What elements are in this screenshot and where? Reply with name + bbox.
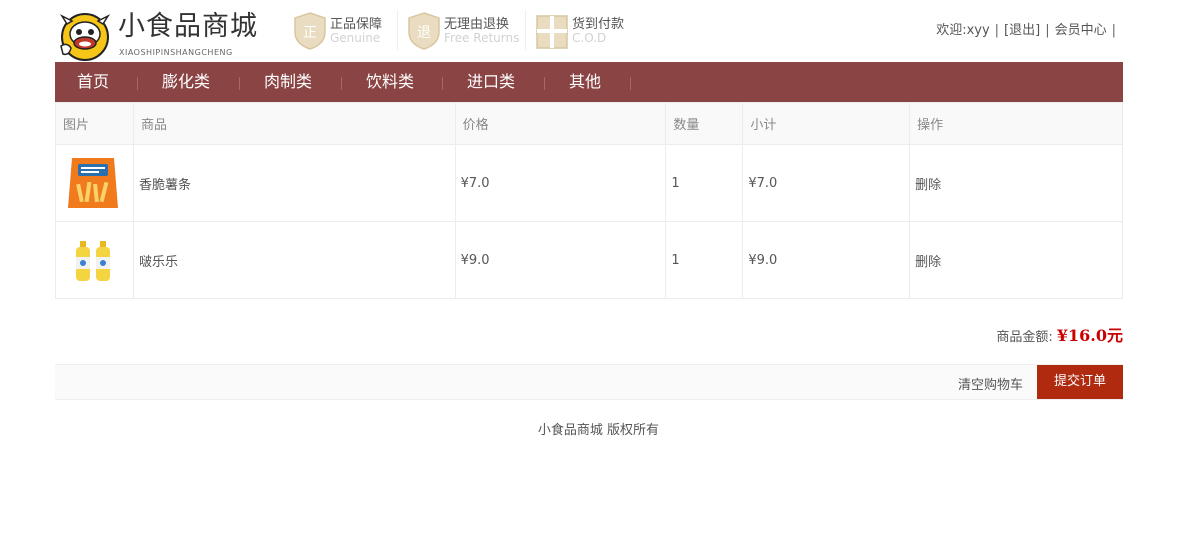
- nav-item-drinks[interactable]: 饮料类: [366, 62, 414, 102]
- nav-item-meat[interactable]: 肉制类: [264, 62, 312, 102]
- submit-order-button[interactable]: 提交订单: [1037, 365, 1123, 399]
- product-image-cell: [55, 221, 134, 299]
- product-subtotal: ¥9.0: [742, 221, 911, 299]
- promo-divider: [525, 10, 526, 50]
- site-title[interactable]: 小食品商城: [118, 10, 258, 44]
- nav-divider: [544, 77, 545, 90]
- cart-table: 图片 商品 价格 数量 小计 操作 香脆薯条 ¥7.0 1 ¥7.0 删除 啵乐…: [55, 102, 1123, 299]
- table-row: 香脆薯条 ¥7.0 1 ¥7.0 删除: [55, 144, 1123, 222]
- product-name[interactable]: 啵乐乐: [132, 221, 456, 299]
- promo-title: 无理由退换: [444, 17, 510, 32]
- header-price: 价格: [454, 102, 667, 145]
- header-action: 操作: [909, 102, 1123, 145]
- product-price: ¥9.0: [454, 221, 667, 299]
- divider: |: [994, 23, 1000, 38]
- delete-link[interactable]: 删除: [909, 221, 1123, 299]
- product-price: ¥7.0: [454, 144, 667, 222]
- table-header-row: 图片 商品 价格 数量 小计 操作: [55, 102, 1123, 145]
- clear-cart-button[interactable]: 清空购物车: [958, 374, 1023, 393]
- promo-sub: C.O.D: [572, 31, 607, 45]
- total-amount: ¥16.0元: [1056, 326, 1123, 345]
- header-product: 商品: [132, 102, 456, 145]
- header-quantity: 数量: [665, 102, 744, 145]
- svg-text:退: 退: [417, 25, 431, 41]
- product-quantity: 1: [665, 144, 744, 222]
- nav-item-other[interactable]: 其他: [569, 62, 601, 102]
- return-badge-icon: 退: [408, 12, 440, 50]
- svg-text:正: 正: [303, 25, 317, 41]
- nav-divider: [341, 77, 342, 90]
- nav-item-home[interactable]: 首页: [77, 62, 109, 102]
- main-nav: 首页 膨化类 肉制类 饮料类 进口类 其他: [55, 62, 1123, 102]
- promo-sub: Free Returns: [444, 31, 520, 45]
- promo-title: 正品保障: [330, 17, 383, 32]
- logout-link[interactable]: [退出]: [1004, 19, 1040, 38]
- gift-box-icon: [536, 15, 568, 49]
- product-subtotal: ¥7.0: [742, 144, 911, 222]
- genuine-badge-icon: 正: [294, 12, 326, 50]
- product-name[interactable]: 香脆薯条: [132, 144, 456, 222]
- nav-divider: [137, 77, 138, 90]
- nav-item-imported[interactable]: 进口类: [467, 62, 515, 102]
- site-header: 小食品商城 XIAOSHIPINSHANGCHENG 正 正品保障 Genuin…: [55, 0, 1123, 62]
- user-links: 欢迎:xyy | [退出] | 会员中心 |: [936, 19, 1121, 38]
- footer-copyright: 小食品商城 版权所有: [537, 423, 660, 438]
- product-quantity: 1: [665, 221, 744, 299]
- site-subtitle: XIAOSHIPINSHANGCHENG: [119, 48, 233, 57]
- greeting-text: 欢迎:xyy: [936, 23, 990, 38]
- divider: |: [1045, 23, 1050, 38]
- total-label: 商品金额:: [996, 330, 1053, 345]
- divider: |: [1111, 23, 1116, 38]
- nav-divider: [239, 77, 240, 90]
- nav-item-puffed[interactable]: 膨化类: [162, 62, 210, 102]
- member-center-link[interactable]: 会员中心: [1055, 19, 1107, 38]
- drink-bottles-image[interactable]: [62, 229, 124, 291]
- fries-bag-image[interactable]: [62, 152, 124, 214]
- cart-actions-bar: 清空购物车 提交订单: [55, 364, 1123, 400]
- cow-mascot-logo-icon[interactable]: [59, 10, 111, 62]
- promo-divider: [397, 10, 398, 50]
- promo-sub: Genuine: [330, 31, 381, 45]
- order-total: 商品金额: ¥16.0元: [996, 322, 1123, 346]
- promo-title: 货到付款: [572, 17, 625, 32]
- header-subtotal: 小计: [742, 102, 911, 145]
- delete-link[interactable]: 删除: [909, 144, 1123, 222]
- nav-divider: [630, 77, 631, 90]
- header-image: 图片: [55, 102, 134, 145]
- nav-divider: [442, 77, 443, 90]
- table-row: 啵乐乐 ¥9.0 1 ¥9.0 删除: [55, 221, 1123, 299]
- product-image-cell: [55, 144, 134, 222]
